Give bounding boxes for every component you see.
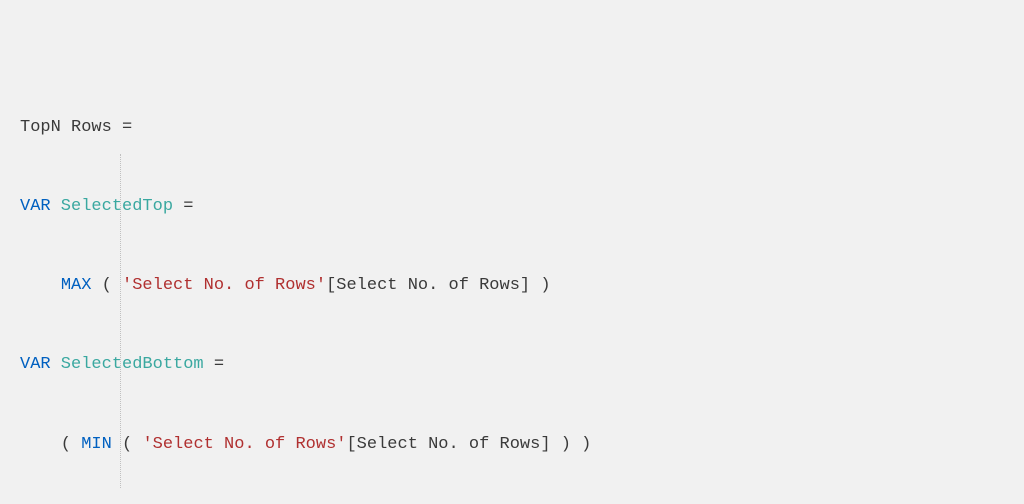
code-line: VAR SelectedTop =: [20, 194, 1004, 220]
string-literal: 'Select No. of Rows': [142, 435, 346, 454]
code-line: MAX ( 'Select No. of Rows'[Select No. of…: [20, 273, 1004, 299]
code-line: TopN Rows =: [20, 115, 1004, 141]
string-literal: 'Select No. of Rows': [122, 276, 326, 295]
function-min: MIN: [81, 435, 112, 454]
keyword-var: VAR: [20, 355, 51, 374]
identifier: SelectedTop: [51, 197, 173, 216]
function-max: MAX: [61, 276, 92, 295]
measure-name: TopN Rows: [20, 118, 112, 137]
dax-code-block: TopN Rows = VAR SelectedTop = MAX ( 'Sel…: [0, 0, 1024, 504]
keyword-var: VAR: [20, 197, 51, 216]
identifier: SelectedBottom: [51, 355, 204, 374]
code-line: VAR SelectedBottom =: [20, 352, 1004, 378]
code-line: ( MIN ( 'Select No. of Rows'[Select No. …: [20, 432, 1004, 458]
